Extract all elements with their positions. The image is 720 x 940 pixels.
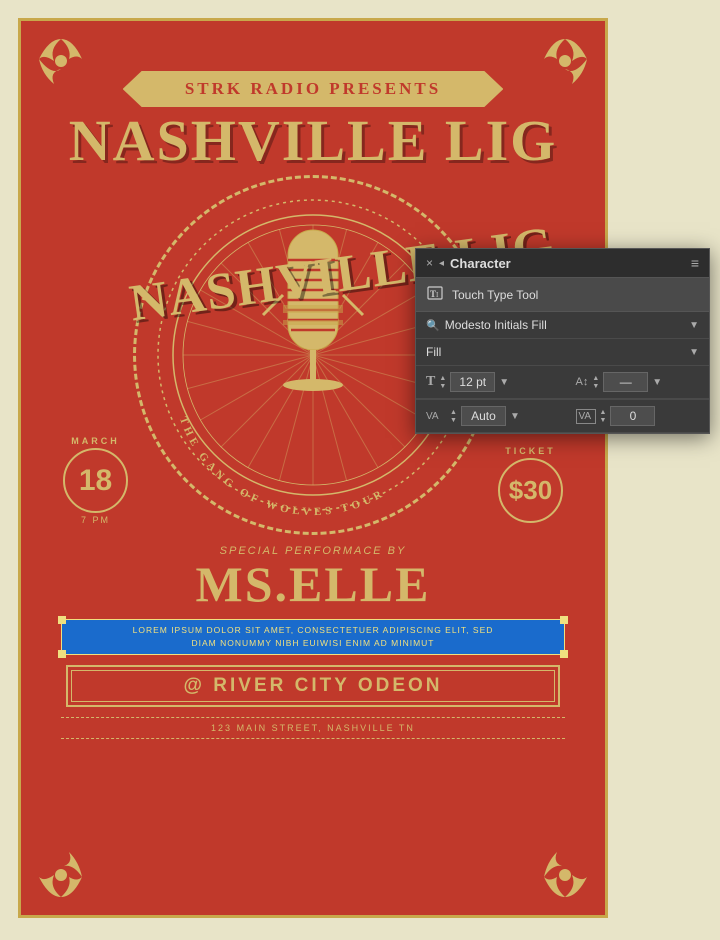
microphone-icon — [223, 200, 403, 435]
font-size-field: T ▲ ▼ 12 pt ▼ — [426, 372, 550, 392]
poster: STRK RADIO PRESENTS NASHVILLE LIG — [18, 18, 608, 918]
font-size-down-arrow[interactable]: ▼ — [439, 383, 446, 390]
tool-label: Touch Type Tool — [452, 288, 538, 302]
panel-title: Character — [450, 256, 511, 271]
tool-type-row: T I Touch Type Tool — [416, 278, 709, 312]
tracking-down-arrow[interactable]: ▼ — [600, 417, 607, 424]
font-size-icon: T — [426, 374, 435, 390]
tracking-value[interactable]: 0 — [610, 406, 655, 426]
panel-close-button[interactable]: × — [426, 256, 433, 270]
venue-box: @ RIVER CITY ODEON — [66, 665, 560, 707]
font-search-icon: 🔍 — [426, 319, 440, 332]
font-size-up-arrow[interactable]: ▲ — [439, 375, 446, 382]
performer-section: SPECIAL PERFORMACE BY MS.ELLE — [41, 545, 585, 609]
kerning-up-arrow[interactable]: ▲ — [450, 409, 457, 416]
kerning-value[interactable]: Auto — [461, 406, 506, 426]
svg-text:I: I — [436, 291, 439, 299]
lorem-selected-text[interactable]: LOREM IPSUM DOLOR SIT AMET, CONSECTETUER… — [61, 619, 565, 655]
font-style-label: Fill — [426, 345, 689, 359]
banner-ribbon: STRK RADIO PRESENTS — [123, 71, 504, 107]
panel-menu-button[interactable]: ≡ — [691, 255, 699, 271]
ticket-price: $30 — [509, 475, 552, 506]
ticket-badge: TICKET $30 — [498, 446, 563, 525]
tracking-field: VA ▲ ▼ 0 — [576, 406, 700, 426]
performer-name: MS.ELLE — [41, 559, 585, 609]
font-name-row[interactable]: 🔍 Modesto Initials Fill ▼ — [416, 312, 709, 339]
top-banner: STRK RADIO PRESENTS — [41, 71, 585, 107]
leading-field: A↕ ▲ ▼ — ▼ — [576, 372, 700, 392]
leading-dropdown[interactable]: ▼ — [652, 377, 662, 388]
kerning-steppers[interactable]: ▲ ▼ — [450, 409, 457, 424]
font-dropdown-arrow[interactable]: ▼ — [689, 320, 699, 331]
leading-icon: A↕ — [576, 376, 589, 388]
march-label: MARCH — [63, 436, 128, 446]
kerning-dropdown[interactable]: ▼ — [510, 411, 520, 422]
tracking-up-arrow[interactable]: ▲ — [600, 409, 607, 416]
march-badge: MARCH 18 7 PM — [63, 436, 128, 525]
font-size-value[interactable]: 12 pt — [450, 372, 495, 392]
corner-decoration-bl — [31, 845, 91, 905]
leading-steppers[interactable]: ▲ ▼ — [592, 375, 599, 390]
top-text: STRK RADIO PRESENTS — [185, 79, 441, 98]
kerning-tracking-row: VA ▲ ▼ Auto ▼ VA ▲ ▼ 0 — [416, 399, 709, 433]
font-style-dropdown-arrow[interactable]: ▼ — [689, 347, 699, 358]
font-size-steppers[interactable]: ▲ ▼ — [439, 375, 446, 390]
font-name: Modesto Initials Fill — [445, 318, 689, 332]
font-size-row: T ▲ ▼ 12 pt ▼ A↕ ▲ ▼ — ▼ — [416, 366, 709, 399]
march-time: 7 PM — [63, 515, 128, 525]
tracking-icon: VA — [576, 409, 596, 424]
leading-down-arrow[interactable]: ▼ — [592, 383, 599, 390]
font-size-dropdown[interactable]: ▼ — [499, 377, 509, 388]
bottom-dashed-line — [61, 738, 565, 739]
divider-line — [61, 717, 565, 718]
lorem-line-2: DIAM NONUMMY NIBH EUIWISI ENIM AD MINIMU… — [70, 637, 556, 650]
kerning-icon: VA — [426, 411, 446, 422]
panel-header: × ◂ Character ≡ — [416, 249, 709, 278]
tracking-steppers[interactable]: ▲ ▼ — [600, 409, 607, 424]
touch-type-icon: T I — [426, 285, 444, 304]
kerning-down-arrow[interactable]: ▼ — [450, 417, 457, 424]
leading-up-arrow[interactable]: ▲ — [592, 375, 599, 382]
corner-decoration-br — [535, 845, 595, 905]
font-style-row[interactable]: Fill ▼ — [416, 339, 709, 366]
leading-value[interactable]: — — [603, 372, 648, 392]
main-title: NASHVILLE LIG — [41, 112, 585, 170]
lorem-line-1: LOREM IPSUM DOLOR SIT AMET, CONSECTETUER… — [70, 624, 556, 637]
march-date: 18 — [79, 464, 112, 498]
character-panel: × ◂ Character ≡ T I Touch Type Tool 🔍 Mo… — [415, 248, 710, 434]
ticket-label: TICKET — [498, 446, 563, 456]
panel-collapse-arrow[interactable]: ◂ — [439, 258, 444, 269]
venue-address: 123 MAIN STREET, NASHVILLE TN — [41, 723, 585, 733]
kerning-field: VA ▲ ▼ Auto ▼ — [426, 406, 550, 426]
panel-title-area: × ◂ Character — [426, 256, 511, 271]
